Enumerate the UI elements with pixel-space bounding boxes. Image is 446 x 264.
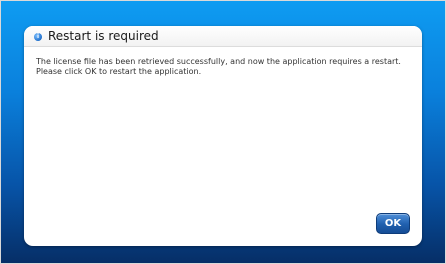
message-line: Please click OK to restart the applicati… bbox=[36, 67, 202, 76]
ok-button[interactable]: OK bbox=[376, 213, 410, 234]
dialog-title-bar: i Restart is required bbox=[24, 26, 422, 47]
restart-required-dialog: i Restart is required The license file h… bbox=[24, 26, 422, 246]
info-icon: i bbox=[34, 33, 42, 41]
message-line: The license file has been retrieved succ… bbox=[36, 57, 401, 66]
dialog-title: Restart is required bbox=[48, 29, 159, 43]
dialog-message: The license file has been retrieved succ… bbox=[36, 57, 414, 77]
